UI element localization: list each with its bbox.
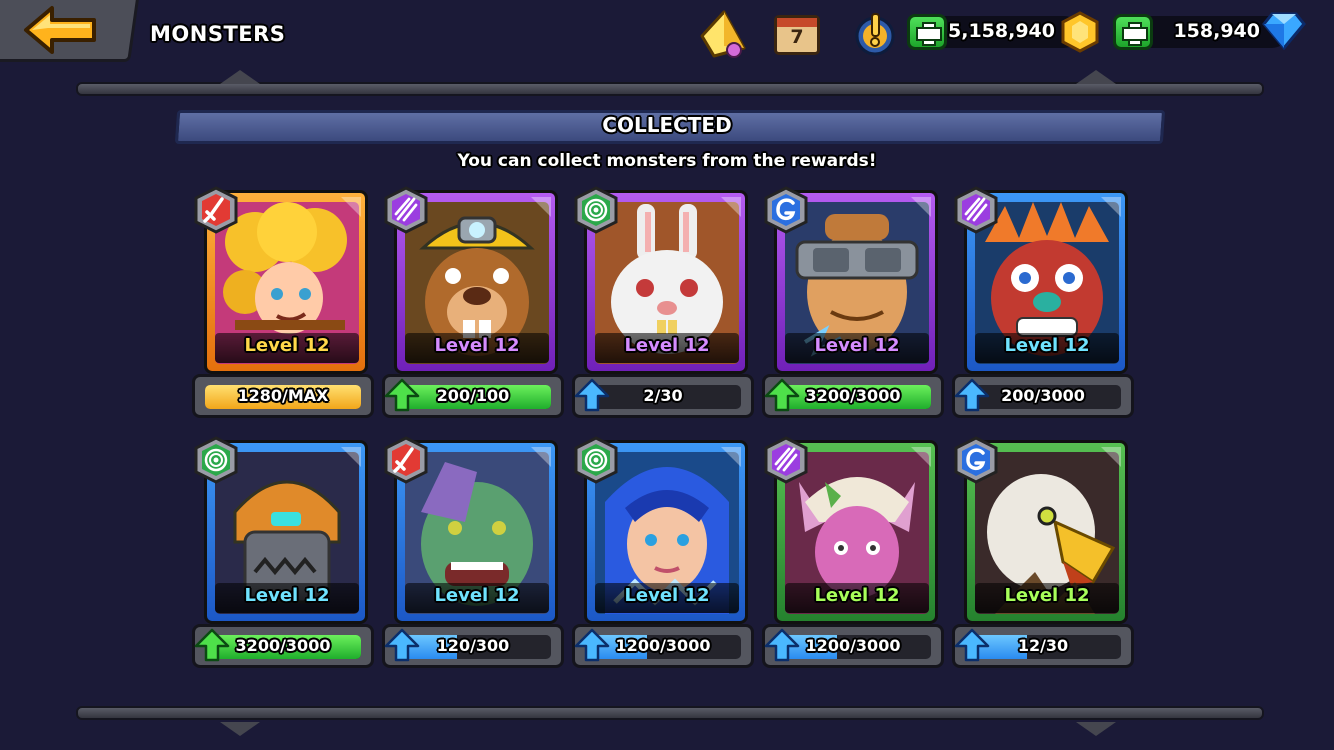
crystal-icon[interactable]	[694, 6, 748, 60]
level-plate: Level 12	[785, 583, 929, 613]
bottom-divider	[76, 706, 1264, 720]
back-button[interactable]	[18, 4, 102, 56]
level-plate: Level 12	[975, 583, 1119, 613]
monster-level: Level 12	[434, 585, 520, 606]
calendar-button[interactable]: 7	[774, 15, 820, 55]
top-divider-notch-left	[220, 70, 260, 84]
monster-card[interactable]: Level 12 3200/3000	[762, 186, 944, 422]
slash-element-icon	[762, 436, 810, 484]
target-element-icon	[572, 436, 620, 484]
shard-progress-text: 3200/3000	[805, 386, 901, 405]
shard-progress-text: 3200/3000	[235, 636, 331, 655]
shard-progress-text: 120/300	[436, 636, 510, 655]
monster-level: Level 12	[1004, 335, 1090, 356]
monster-level: Level 12	[814, 335, 900, 356]
g-rune-element-icon	[952, 436, 1000, 484]
level-plate: Level 12	[405, 583, 549, 613]
monster-card[interactable]: Level 12 200/3000	[952, 186, 1134, 422]
monster-card[interactable]: Level 12 1200/3000	[572, 436, 754, 672]
bottom-divider-notch-right	[1076, 722, 1116, 736]
shard-progress-text: 1200/3000	[615, 636, 711, 655]
monster-level: Level 12	[434, 335, 520, 356]
gold-coin-icon	[1061, 11, 1099, 53]
slash-element-icon	[952, 186, 1000, 234]
monster-card[interactable]: Level 12 120/300	[382, 436, 564, 672]
level-plate: Level 12	[405, 333, 549, 363]
shard-progress-text: 2/30	[643, 386, 683, 405]
gem-icon	[1262, 12, 1306, 50]
monster-level: Level 12	[814, 585, 900, 606]
monster-level: Level 12	[624, 335, 710, 356]
shard-progress-text: 12/30	[1017, 636, 1069, 655]
target-element-icon	[192, 436, 240, 484]
alert-icon[interactable]	[852, 10, 898, 58]
level-plate: Level 12	[215, 333, 359, 363]
screen-title: MONSTERS	[150, 22, 286, 46]
monster-card[interactable]: Level 12 12/30	[952, 436, 1134, 672]
collected-title: COLLECTED	[602, 113, 732, 137]
monster-level: Level 12	[244, 335, 330, 356]
shard-progress-text: 200/100	[436, 386, 510, 405]
level-plate: Level 12	[595, 333, 739, 363]
monster-level: Level 12	[244, 585, 330, 606]
add-gold-button[interactable]	[907, 14, 947, 50]
level-plate: Level 12	[975, 333, 1119, 363]
monster-card[interactable]: Level 12 2/30	[572, 186, 754, 422]
slash-element-icon	[382, 186, 430, 234]
monster-card[interactable]: Level 12 3200/3000	[192, 436, 374, 672]
monster-card[interactable]: Level 12 1200/3000	[762, 436, 944, 672]
g-rune-element-icon	[762, 186, 810, 234]
calendar-day: 7	[790, 26, 804, 48]
level-plate: Level 12	[785, 333, 929, 363]
target-element-icon	[572, 186, 620, 234]
sword-element-icon	[382, 436, 430, 484]
collected-subtitle: You can collect monsters from the reward…	[457, 151, 877, 171]
shard-progress-text: 1280/MAX	[237, 386, 329, 405]
back-arrow-icon	[24, 6, 96, 54]
monster-card[interactable]: Level 12 200/100	[382, 186, 564, 422]
gold-amount: 5,158,940	[948, 20, 1055, 42]
level-plate: Level 12	[215, 583, 359, 613]
top-divider	[76, 82, 1264, 96]
add-gems-button[interactable]	[1113, 14, 1153, 50]
shard-progress-text: 1200/3000	[805, 636, 901, 655]
monster-level: Level 12	[1004, 585, 1090, 606]
monster-level: Level 12	[624, 585, 710, 606]
sword-element-icon	[192, 186, 240, 234]
top-divider-notch-right	[1076, 70, 1116, 84]
bottom-divider-notch-left	[220, 722, 260, 736]
gems-amount: 158,940	[1173, 20, 1260, 42]
level-plate: Level 12	[595, 583, 739, 613]
shard-progress-text: 200/3000	[1001, 386, 1085, 405]
monster-card[interactable]: Level 12 1280/MAX	[192, 186, 374, 422]
